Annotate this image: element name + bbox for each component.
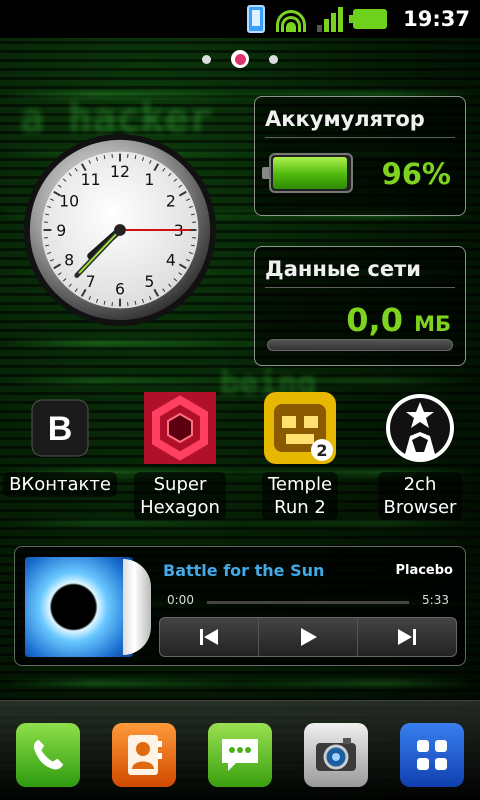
phone-connection-icon [247, 5, 266, 33]
next-track-icon [398, 629, 416, 645]
app-drawer-icon[interactable] [400, 723, 464, 787]
analog-clock-widget[interactable]: 121234567891011 [22, 132, 218, 328]
app-shortcut-temple-run-2[interactable]: 2 Temple Run 2 [244, 392, 356, 520]
app-label: 2ch Browser [377, 472, 463, 520]
network-usage-bar [267, 339, 453, 351]
playback-controls [159, 617, 457, 657]
battery-widget[interactable]: Аккумулятор 96% [254, 96, 466, 216]
clock-numeral: 8 [64, 250, 74, 269]
next-button[interactable] [358, 618, 456, 656]
page-dot-active[interactable] [231, 50, 249, 68]
artist-name: Placebo [395, 563, 453, 578]
clock-numeral: 12 [110, 162, 130, 181]
wifi-icon [275, 6, 307, 32]
app-label: Temple Run 2 [261, 472, 339, 520]
clock-numeral: 5 [144, 272, 154, 291]
clock-numeral: 2 [166, 191, 176, 210]
page-dot[interactable] [269, 54, 278, 64]
app-label-line: Hexagon [140, 497, 220, 518]
music-player-widget[interactable]: Battle for the Sun Placebo 0:00 5:33 [14, 546, 466, 666]
svg-text:2: 2 [316, 441, 327, 460]
clock-center-pin [114, 224, 126, 236]
clock-numeral: 9 [56, 221, 66, 240]
app-label-line: Browser [383, 497, 457, 518]
album-art[interactable] [25, 557, 133, 657]
page-dot[interactable] [202, 54, 211, 64]
svg-text:B: B [48, 410, 73, 448]
messaging-icon[interactable] [208, 723, 272, 787]
app-label-line: Super [153, 474, 207, 495]
temple-run-icon: 2 [264, 392, 336, 464]
app-shortcut-vkontakte[interactable]: B ВКонтакте [3, 392, 117, 497]
network-data-widget[interactable]: Данные сети 0,0 МБ [254, 246, 466, 366]
super-hexagon-icon [144, 392, 216, 464]
battery-percent: 96% [381, 157, 451, 191]
vkontakte-icon: B [24, 392, 96, 464]
play-button[interactable] [259, 618, 358, 656]
app-label-line: ВКонтакте [9, 474, 111, 495]
battery-widget-title: Аккумулятор [265, 107, 425, 131]
divider [265, 137, 455, 138]
clock-numeral: 11 [81, 170, 101, 189]
previous-button[interactable] [160, 618, 259, 656]
app-label: Super Hexagon [134, 472, 226, 520]
network-usage-unit: МБ [414, 312, 451, 336]
network-widget-title: Данные сети [265, 257, 422, 281]
song-progress-bar[interactable] [207, 601, 409, 604]
contacts-icon[interactable] [112, 723, 176, 787]
clock-numeral: 7 [86, 272, 96, 291]
app-label-line: 2ch [403, 474, 437, 495]
app-label-line: Temple [267, 474, 333, 495]
network-usage-value: 0,0 МБ [346, 301, 451, 339]
app-shortcut-super-hexagon[interactable]: Super Hexagon [124, 392, 236, 520]
previous-track-icon [200, 629, 218, 645]
signal-strength-icon [317, 6, 344, 32]
clock-numeral: 10 [59, 191, 79, 210]
battery-level-fill [273, 157, 347, 189]
page-indicator [0, 50, 480, 68]
battery-status-icon [349, 9, 388, 29]
battery-level-icon [262, 153, 353, 193]
cd-disc-edge [123, 559, 151, 655]
elapsed-time: 0:00 [167, 593, 194, 607]
phone-icon[interactable] [16, 723, 80, 787]
play-icon [301, 628, 317, 646]
clock-numeral: 6 [115, 280, 125, 299]
network-usage-number: 0,0 [346, 301, 403, 339]
duration: 5:33 [422, 593, 449, 607]
divider [265, 287, 455, 288]
dock [0, 700, 480, 800]
anonymous-mask-icon [384, 392, 456, 464]
clock-numeral: 1 [144, 170, 154, 189]
clock-numeral: 4 [166, 250, 176, 269]
camera-icon[interactable] [304, 723, 368, 787]
app-label-line: Run 2 [274, 497, 326, 518]
app-label: ВКонтакте [3, 472, 117, 497]
song-title[interactable]: Battle for the Sun [163, 561, 324, 580]
status-time: 19:37 [403, 7, 470, 31]
status-bar: 19:37 [0, 0, 480, 38]
app-shortcut-2ch-browser[interactable]: 2ch Browser [364, 392, 476, 520]
